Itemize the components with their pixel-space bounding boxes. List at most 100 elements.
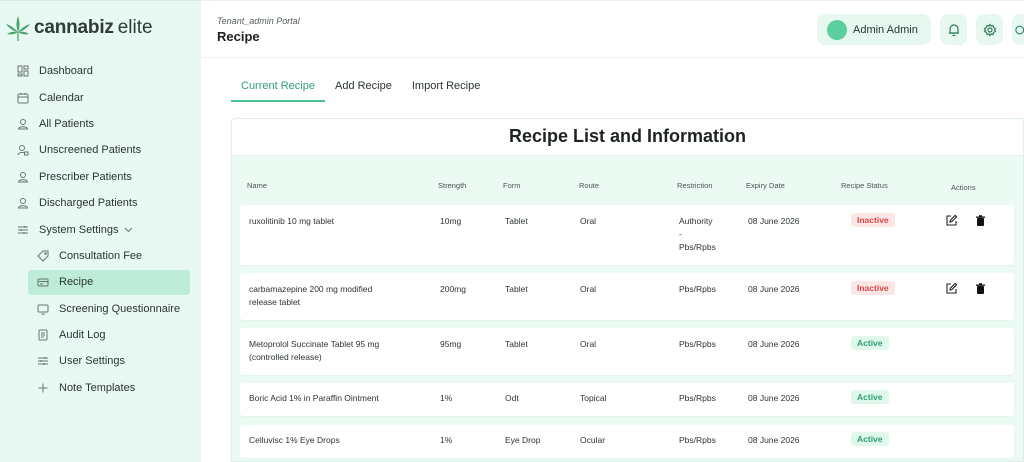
sidebar-item-label: Prescriber Patients bbox=[39, 170, 132, 183]
portal-label: Tenant_admin Portal bbox=[217, 16, 300, 26]
cell-restriction: Pbs/Rpbs bbox=[679, 435, 716, 445]
sidebar: cannabiz elite Dashboard Calendar All Pa… bbox=[0, 0, 201, 462]
sidebar-item-label: All Patients bbox=[39, 117, 95, 130]
column-header-strength: Strength bbox=[438, 181, 467, 190]
monitor-icon bbox=[37, 303, 49, 315]
sliders-icon bbox=[37, 355, 49, 367]
user-name: Admin Admin bbox=[853, 23, 918, 36]
cell-restriction: Pbs/Rpbs bbox=[679, 393, 716, 403]
cell-route: Oral bbox=[580, 284, 597, 294]
brand-logo[interactable]: cannabiz elite bbox=[5, 13, 153, 43]
brand-name: cannabiz bbox=[34, 17, 114, 38]
avatar bbox=[827, 19, 847, 40]
column-header-actions: Actions bbox=[951, 183, 976, 192]
sliders-icon bbox=[17, 224, 29, 236]
card-icon bbox=[37, 276, 49, 288]
sidebar-item-unscreened-patients[interactable]: Unscreened Patients bbox=[0, 137, 201, 163]
brand-suffix: elite bbox=[117, 17, 153, 38]
sidebar-item-system-settings[interactable]: System Settings bbox=[0, 216, 201, 242]
sidebar-item-user-settings[interactable]: User Settings bbox=[0, 348, 201, 374]
cell-strength: 1% bbox=[440, 435, 453, 445]
cell-route: Oral bbox=[580, 216, 597, 226]
more-button[interactable] bbox=[1012, 14, 1024, 45]
trash-icon[interactable] bbox=[974, 282, 987, 295]
sidebar-item-recipe[interactable]: Recipe bbox=[0, 269, 201, 296]
sidebar-item-label: Screening Questionnaire bbox=[59, 302, 181, 315]
gear-icon bbox=[983, 22, 996, 37]
user-icon bbox=[17, 118, 29, 130]
cell-route: Oral bbox=[580, 339, 597, 349]
cell-name: Boric Acid 1% in Paraffin Ointment bbox=[249, 393, 379, 403]
cell-expiry: 08 June 2026 bbox=[748, 284, 800, 294]
circle-icon bbox=[1015, 25, 1024, 34]
edit-icon[interactable] bbox=[945, 214, 958, 227]
table-row: carbamazepine 200 mg modified release ta… bbox=[240, 273, 1014, 320]
notifications-button[interactable] bbox=[940, 14, 967, 45]
cell-expiry: 08 June 2026 bbox=[748, 393, 800, 403]
column-header-restriction: Restriction bbox=[677, 181, 713, 190]
status-badge: Active bbox=[851, 432, 889, 446]
card-title: Recipe List and Information bbox=[508, 126, 747, 146]
sidebar-item-dashboard[interactable]: Dashboard bbox=[0, 58, 201, 84]
cell-name: ruxolitinib 10 mg tablet bbox=[249, 216, 335, 226]
cell-expiry: 08 June 2026 bbox=[748, 339, 800, 349]
column-header-form: Form bbox=[503, 181, 521, 190]
cell-restriction: Pbs/Rpbs bbox=[679, 284, 716, 294]
page-title: Recipe bbox=[217, 29, 260, 44]
cell-form: Eye Drop bbox=[505, 435, 541, 445]
sidebar-item-consultation-fee[interactable]: Consultation Fee bbox=[0, 243, 201, 269]
cell-restriction: Pbs/Rpbs bbox=[679, 339, 716, 349]
user-icon bbox=[17, 197, 29, 209]
column-header-expiry: Expiry Date bbox=[746, 181, 785, 190]
cell-name: Metoprolol Succinate Tablet 95 mg (contr… bbox=[249, 339, 380, 362]
sidebar-item-audit-log[interactable]: Audit Log bbox=[0, 322, 201, 348]
sidebar-item-label: Recipe bbox=[59, 276, 94, 289]
cell-form: Tablet bbox=[505, 284, 528, 294]
cell-restriction: Authority - Pbs/Rpbs bbox=[679, 216, 716, 252]
cell-form: Tablet bbox=[505, 216, 528, 226]
cell-name: Celluvisc 1% Eye Drops bbox=[249, 435, 340, 445]
status-badge: Active bbox=[851, 390, 889, 404]
sidebar-item-calendar[interactable]: Calendar bbox=[0, 84, 201, 110]
calendar-icon bbox=[17, 92, 29, 104]
status-badge: Active bbox=[851, 336, 889, 350]
active-highlight bbox=[28, 270, 190, 296]
edit-icon[interactable] bbox=[945, 282, 958, 295]
trash-icon[interactable] bbox=[974, 214, 987, 227]
sidebar-item-discharged-patients[interactable]: Discharged Patients bbox=[0, 190, 201, 216]
recipe-list-card: Recipe List and Information Name Strengt… bbox=[231, 118, 1024, 462]
table-row: Metoprolol Succinate Tablet 95 mg (contr… bbox=[240, 328, 1014, 375]
cell-route: Ocular bbox=[580, 435, 606, 445]
cell-expiry: 08 June 2026 bbox=[748, 216, 800, 226]
sidebar-item-label: System Settings bbox=[39, 223, 119, 236]
cell-strength: 1% bbox=[440, 393, 453, 403]
table-row: ruxolitinib 10 mg tablet 10mg Tablet Oral Au… bbox=[240, 205, 1014, 265]
tab-import-recipe[interactable]: Import Recipe bbox=[402, 76, 490, 102]
tab-add-recipe[interactable]: Add Recipe bbox=[325, 76, 402, 102]
sidebar-item-label: Calendar bbox=[39, 91, 84, 104]
bell-icon bbox=[948, 23, 959, 36]
sidebar-item-note-templates[interactable]: Note Templates bbox=[0, 375, 201, 401]
column-header-route: Route bbox=[579, 181, 600, 190]
sidebar-nav: Dashboard Calendar All Patients Unscreen… bbox=[0, 58, 201, 401]
sidebar-item-label: Consultation Fee bbox=[59, 249, 143, 262]
user-icon bbox=[17, 171, 29, 183]
sidebar-item-label: Note Templates bbox=[59, 381, 136, 394]
cell-form: Tablet bbox=[505, 339, 528, 349]
chevron-down-icon[interactable] bbox=[124, 225, 133, 234]
sidebar-item-prescriber-patients[interactable]: Prescriber Patients bbox=[0, 164, 201, 190]
sidebar-item-label: Unscreened Patients bbox=[39, 144, 142, 157]
top-bar: Tenant_admin Portal Recipe Admin Admin bbox=[201, 0, 1024, 58]
table-row: Celluvisc 1% Eye Drops 1% Eye Drop Ocular Pb… bbox=[240, 425, 1014, 458]
sidebar-item-label: Dashboard bbox=[39, 65, 93, 78]
sidebar-item-label: Audit Log bbox=[59, 329, 106, 342]
sidebar-item-screening-questionnaire[interactable]: Screening Questionnaire bbox=[0, 296, 201, 322]
plus-icon bbox=[37, 382, 49, 394]
settings-button[interactable] bbox=[976, 14, 1003, 45]
column-header-name: Name bbox=[247, 181, 268, 190]
user-menu-button[interactable]: Admin Admin bbox=[817, 14, 931, 45]
sidebar-item-label: User Settings bbox=[59, 355, 126, 368]
cell-strength: 95mg bbox=[440, 339, 462, 349]
sidebar-item-all-patients[interactable]: All Patients bbox=[0, 111, 201, 137]
tab-current-recipe[interactable]: Current Recipe bbox=[231, 76, 325, 102]
